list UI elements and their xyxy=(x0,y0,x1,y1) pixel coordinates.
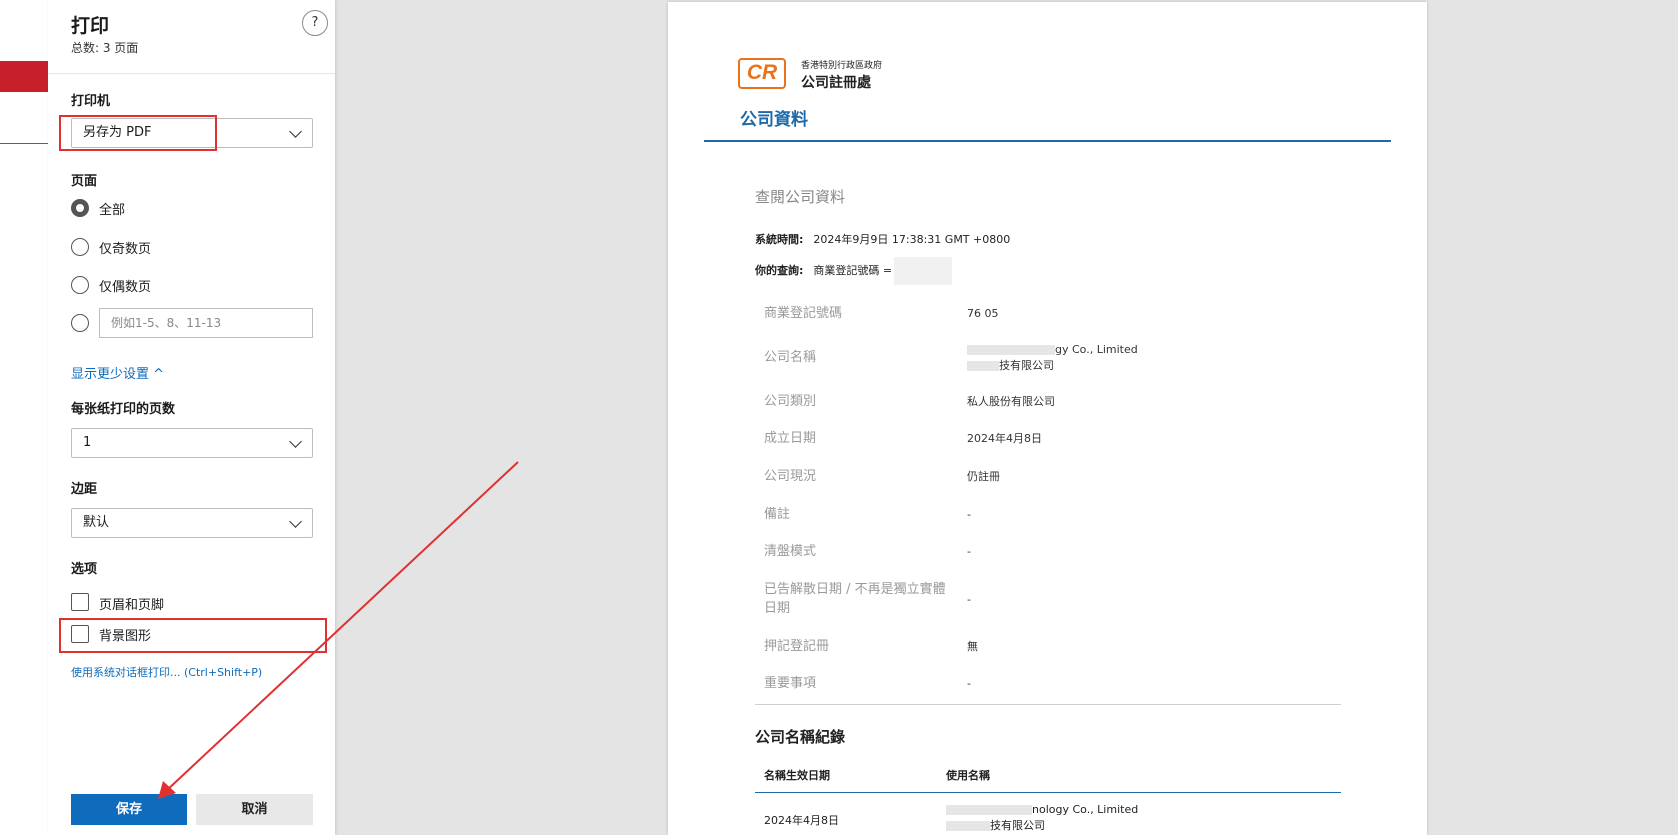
arrow-shaft xyxy=(165,461,519,792)
annotation-arrow xyxy=(158,461,519,799)
